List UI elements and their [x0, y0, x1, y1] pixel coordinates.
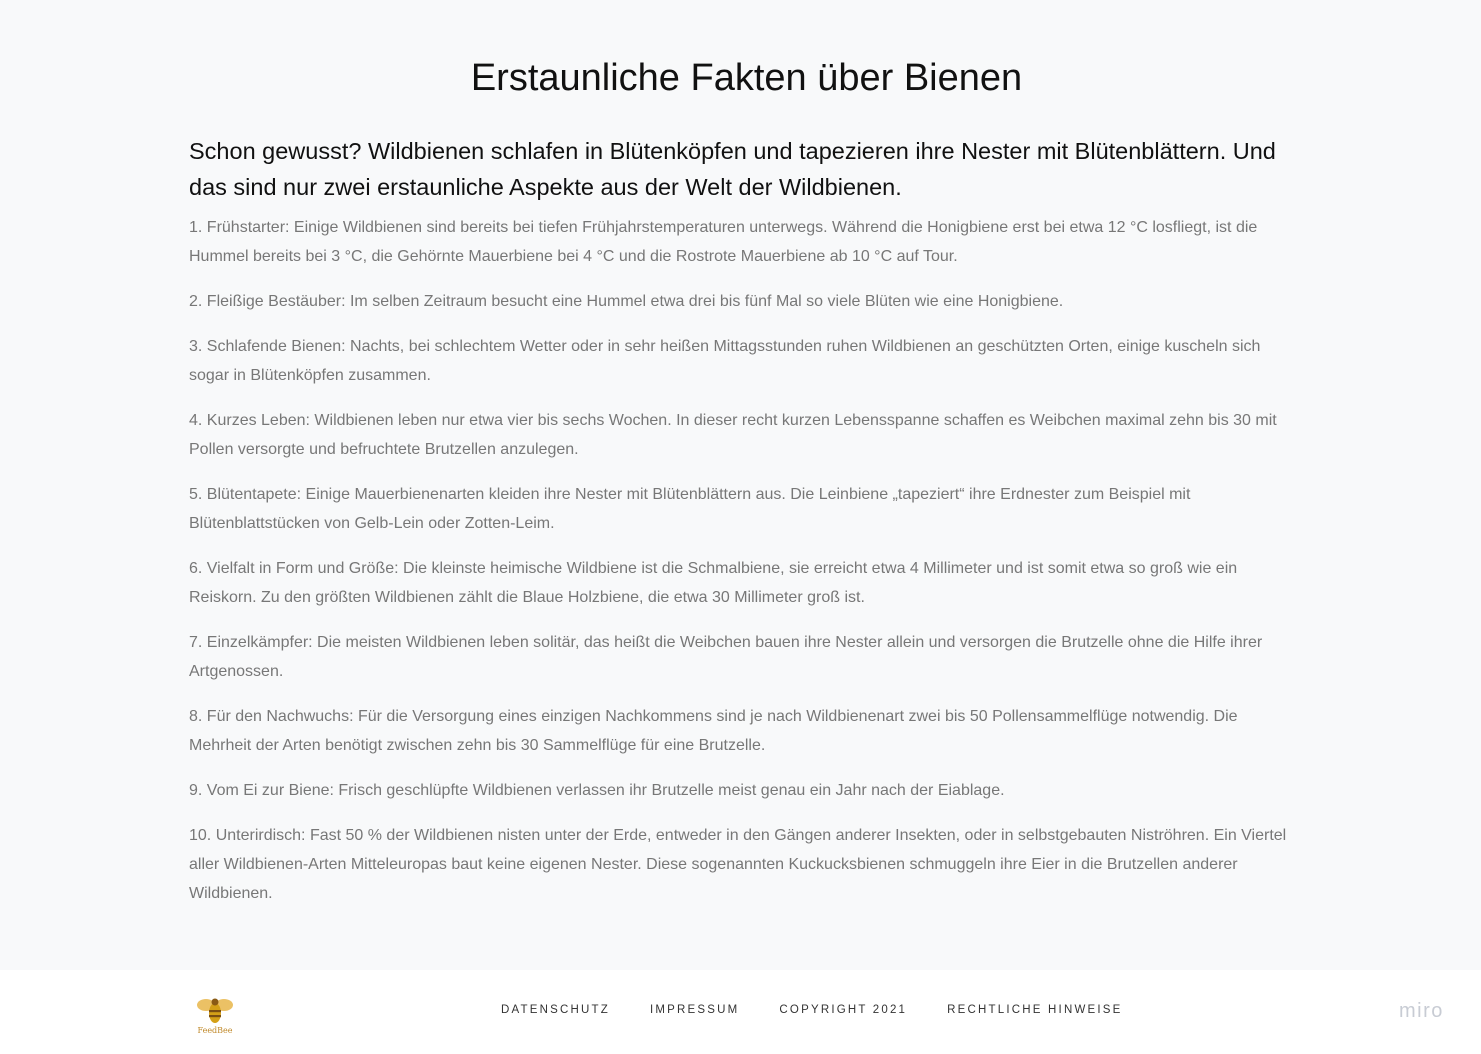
fact-item: 10. Unterirdisch: Fast 50 % der Wildbien… — [189, 827, 1287, 902]
fact-item: 4. Kurzes Leben: Wildbienen leben nur et… — [189, 412, 1277, 458]
bee-logo-icon — [197, 998, 233, 1023]
footer-nav: DATENSCHUTZ IMPRESSUM COPYRIGHT 2021 REC… — [501, 1004, 1163, 1016]
lead-paragraph: Schon gewusst? Wildbienen schlafen in Bl… — [189, 138, 1276, 200]
fact-item: 9. Vom Ei zur Biene: Frisch geschlüpfte … — [189, 782, 1005, 799]
page-title: Erstaunliche Fakten über Bienen — [470, 57, 1023, 99]
logo-text: FeedBee — [197, 1026, 233, 1035]
footer-link-rechtliche-hinweise[interactable]: RECHTLICHE HINWEISE — [947, 1004, 1122, 1016]
fact-item: 3. Schlafende Bienen: Nachts, bei schlec… — [189, 338, 1261, 384]
miro-watermark: miro — [1399, 1000, 1444, 1022]
footer-link-copyright[interactable]: COPYRIGHT 2021 — [779, 1004, 907, 1016]
footer: FeedBee DATENSCHUTZ IMPRESSUM COPYRIGHT … — [0, 970, 1481, 1054]
footer-link-impressum[interactable]: IMPRESSUM — [650, 1004, 739, 1016]
fact-item: 7. Einzelkämpfer: Die meisten Wildbienen… — [189, 634, 1263, 680]
fact-item: 8. Für den Nachwuchs: Für die Versorgung… — [189, 708, 1238, 754]
footer-link-datenschutz[interactable]: DATENSCHUTZ — [501, 1004, 610, 1016]
fact-item: 1. Frühstarter: Einige Wildbienen sind b… — [189, 219, 1258, 265]
fact-item: 2. Fleißige Bestäuber: Im selben Zeitrau… — [189, 293, 1064, 310]
site-logo[interactable]: FeedBee — [193, 995, 237, 1037]
facts-list: 1. Frühstarter: Einige Wildbienen sind b… — [189, 213, 1294, 924]
fact-item: 5. Blütentapete: Einige Mauerbienenarten… — [189, 486, 1191, 532]
fact-item: 6. Vielfalt in Form und Größe: Die klein… — [189, 560, 1238, 606]
